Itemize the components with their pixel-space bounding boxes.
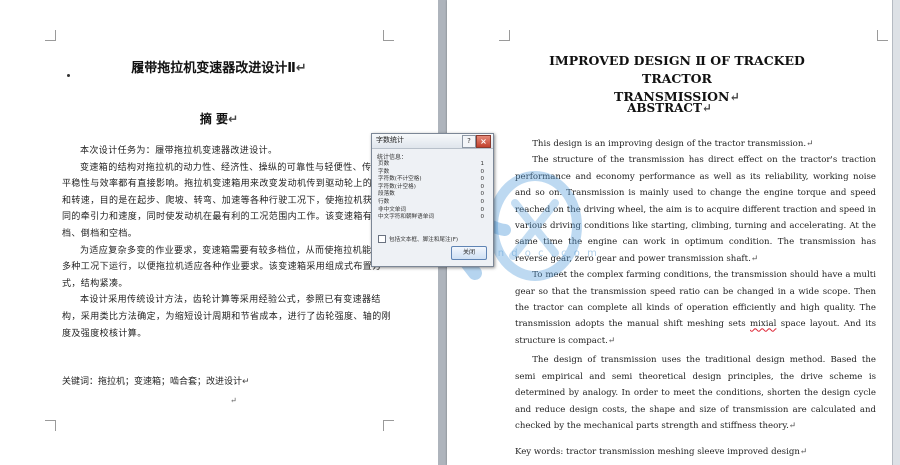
checkbox-box[interactable] <box>378 235 386 243</box>
close-button[interactable]: 关闭 <box>451 246 487 260</box>
crop-mark <box>877 30 888 41</box>
help-button[interactable]: ? <box>462 135 476 148</box>
abstract-paragraph[interactable]: To meet the complex farming conditions, … <box>515 267 876 349</box>
page-title[interactable]: IMPROVED DESIGN Ⅱ OF TRACKED TRACTOR TRA… <box>527 52 827 106</box>
page-title[interactable]: 履带拖拉机变速器改进设计Ⅱ↵ <box>0 57 438 76</box>
abstract-body[interactable]: 本次设计任务为：履带拖拉机变速器改进设计。 变速箱的结构对拖拉机的动力性、经济性… <box>62 143 392 342</box>
abstract-paragraph[interactable]: 本次设计任务为：履带拖拉机变速器改进设计。 <box>62 143 392 160</box>
crop-mark <box>383 30 394 41</box>
abstract-paragraph[interactable]: This design is an improving design of th… <box>515 136 876 152</box>
stat-row: 段落数 0 <box>378 191 484 198</box>
vertical-scrollbar[interactable] <box>892 0 900 465</box>
statistics-label: 统计信息： <box>377 154 408 161</box>
dialog-titlebar[interactable]: 字数统计 ? × <box>372 134 493 149</box>
abstract-body[interactable]: This design is an improving design of th… <box>515 136 876 434</box>
word-count-dialog[interactable]: 字数统计 ? × 统计信息： 页数 1 字数 0 字符数(不计空格) 0 字符数(计空… <box>371 133 494 267</box>
close-icon[interactable]: × <box>476 135 491 148</box>
end-paragraph-mark: ↵ <box>230 396 237 405</box>
statistics-list: 页数 1 字数 0 字符数(不计空格) 0 字符数(计空格) 0 段落数 0 行数 0 非中… <box>378 161 484 222</box>
checkbox-label: 包括文本框、脚注和尾注(F) <box>389 237 459 243</box>
crop-mark <box>45 420 56 431</box>
abstract-paragraph[interactable]: 本设计采用传统设计方法，齿轮计算等采用经验公式，参照已有变速器结构，采用类比方法… <box>62 292 392 342</box>
include-textboxes-checkbox[interactable]: 包括文本框、脚注和尾注(F) <box>378 235 458 243</box>
keywords-line[interactable]: Key words: tractor transmission meshing … <box>515 447 807 457</box>
spelling-error-mark[interactable]: mixial <box>750 319 776 329</box>
abstract-paragraph[interactable]: 变速箱的结构对拖拉机的动力性、经济性、操纵的可靠性与轻便性、传动的平稳性与效率都… <box>62 160 392 243</box>
abstract-paragraph[interactable]: 为适应复杂多变的作业要求，变速箱需要有较多档位，从而使拖拉机能够在多种工况下运行… <box>62 243 392 293</box>
stat-row: 字符数(不计空格) 0 <box>378 176 484 183</box>
crop-mark <box>499 30 510 41</box>
stat-row: 页数 1 <box>378 161 484 167</box>
abstract-heading[interactable]: ABSTRACT↵ <box>447 101 892 115</box>
keywords-line[interactable]: 关键词：拖拉机；变速箱；啮合套；改进设计↵ <box>62 374 250 387</box>
stat-row: 行数 0 <box>378 198 484 205</box>
document-page-english[interactable]: IMPROVED DESIGN Ⅱ OF TRACKED TRACTOR TRA… <box>447 0 892 465</box>
dialog-title: 字数统计 <box>376 136 404 144</box>
crop-mark <box>383 420 394 431</box>
stat-row: 中文字符和朝鲜语单词 0 <box>378 214 484 221</box>
crop-mark <box>45 30 56 41</box>
abstract-heading[interactable]: 摘 要↵ <box>0 110 438 127</box>
abstract-paragraph[interactable]: The design of transmission uses the trad… <box>515 352 876 434</box>
